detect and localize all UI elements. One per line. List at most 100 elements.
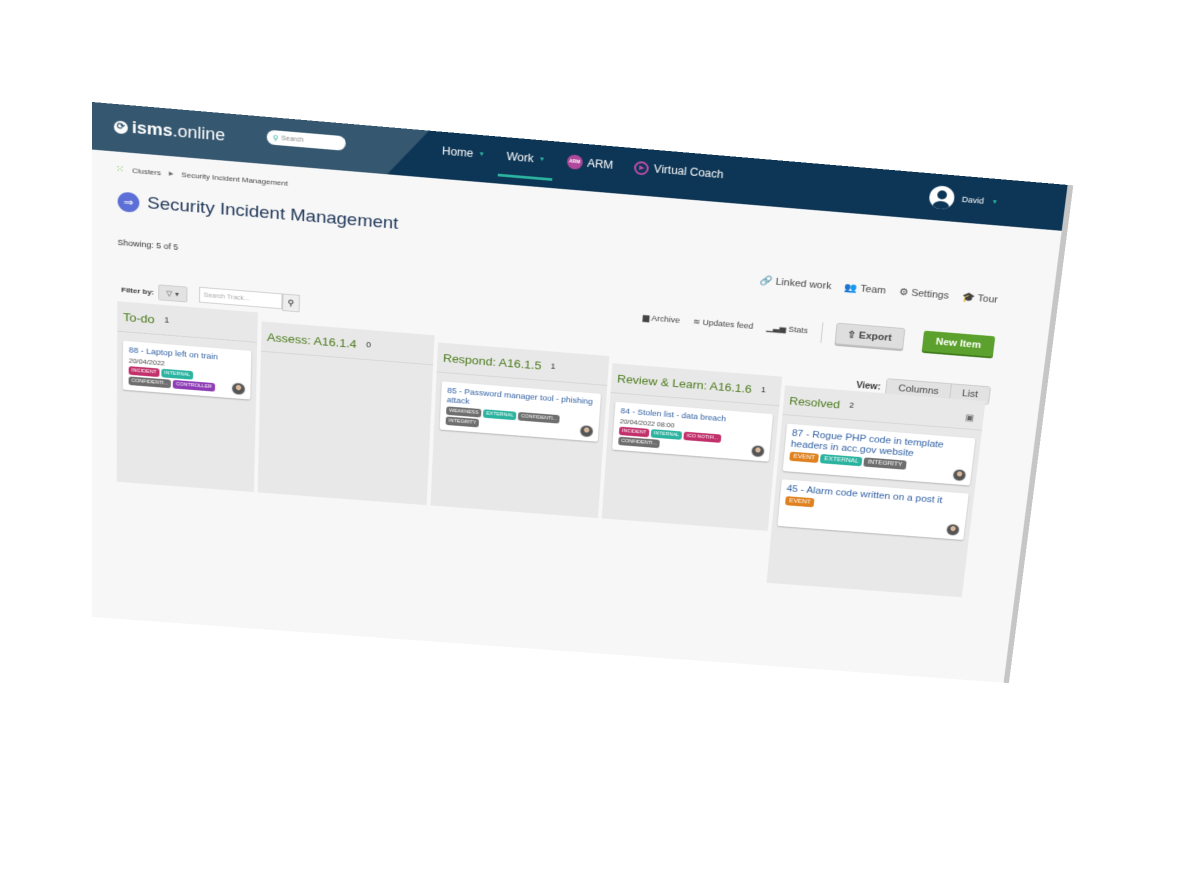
archive-column-icon[interactable]: ▣ — [965, 413, 975, 423]
team-icon: 👥 — [844, 282, 859, 294]
logo-icon: ⟳ — [113, 119, 128, 134]
tag-badge: EXTERNAL — [483, 409, 517, 421]
app-window: ⟳ isms.online ⚲ Search Home ▼ Work ▼ ARM… — [92, 102, 1068, 683]
search-icon: ⚲ — [287, 297, 295, 308]
tag-badge: CONFIDENTI... — [518, 411, 561, 424]
page-title: Security Incident Management — [147, 193, 399, 234]
stats-label: Stats — [788, 324, 809, 335]
column-title: Respond: A16.1.5 — [442, 351, 542, 372]
active-tab-indicator — [497, 173, 553, 181]
main-nav: Home ▼ Work ▼ ARM ARM ▶ Virtual Coach — [442, 144, 724, 182]
column-count: 1 — [164, 315, 170, 325]
settings-link[interactable]: ⚙ Settings — [899, 286, 950, 301]
assignee-avatar[interactable] — [951, 468, 968, 482]
chevron-down-icon: ▼ — [991, 198, 999, 206]
breadcrumb-separator-icon: ▶ — [168, 171, 174, 178]
column-title: To-do — [123, 309, 155, 326]
filter-icon: ▽ — [166, 288, 173, 298]
tag-badge: CONFIDENTI... — [618, 436, 661, 449]
column-title: Assess: A16.1.4 — [266, 330, 357, 351]
column-title: Resolved — [788, 393, 841, 411]
tag-badge: CONFIDENTI... — [128, 376, 172, 389]
chevron-down-icon: ▾ — [175, 289, 180, 298]
column-header: Review & Learn: A16.1.6 1 — [610, 363, 783, 407]
arm-icon: ARM — [566, 154, 583, 170]
tag-badge: EVENT — [789, 451, 820, 463]
filter-dropdown[interactable]: ▽ ▾ — [157, 284, 188, 303]
nav-arm-label: ARM — [586, 156, 614, 172]
linked-work-label: Linked work — [775, 276, 832, 292]
kanban-column: Assess: A16.1.4 0 — [257, 321, 435, 506]
track-search-input[interactable]: Search Track... — [198, 286, 283, 310]
kanban-card[interactable]: 45 - Alarm code written on a post it EVEN… — [777, 479, 969, 540]
assignee-avatar[interactable] — [579, 424, 595, 439]
graduation-cap-icon: 🎓 — [961, 292, 976, 304]
new-item-button[interactable]: New Item — [921, 330, 996, 357]
play-icon: ▶ — [634, 160, 650, 176]
assignee-avatar[interactable] — [231, 381, 246, 396]
header-links: 🔗 Linked work 👥 Team ⚙ Settings 🎓 Tour — [759, 275, 998, 305]
kanban-column: Resolved 2 ▣ 87 - Rogue PHP code in templat… — [766, 385, 986, 598]
kanban-card[interactable]: 85 - Password manager tool - phishing at… — [439, 381, 601, 442]
nav-virtual-coach-label: Virtual Coach — [653, 162, 724, 181]
nav-home-label: Home — [441, 144, 474, 160]
clusters-icon: ⁙ — [115, 164, 125, 175]
column-count: 1 — [550, 361, 556, 371]
breadcrumb-current: Security Incident Management — [181, 170, 288, 188]
tag-badge: INTERNAL — [650, 429, 683, 440]
filter-label: Filter by: — [121, 285, 155, 296]
chevron-down-icon: ▼ — [478, 150, 486, 158]
updates-feed-link[interactable]: ≋ Updates feed — [693, 317, 754, 331]
nav-work[interactable]: Work ▼ — [497, 149, 553, 181]
tour-label: Tour — [977, 293, 999, 306]
assignee-avatar[interactable] — [945, 523, 961, 537]
stage: ⟳ isms.online ⚲ Search Home ▼ Work ▼ ARM… — [0, 0, 1182, 892]
breadcrumb: ⁙ Clusters ▶ Security Incident Managemen… — [116, 164, 288, 188]
track-icon: ⇒ — [117, 191, 140, 213]
tag-badge: INTERNAL — [161, 368, 194, 380]
showing-count: Showing: 5 of 5 — [117, 237, 179, 252]
tag-badge: EVENT — [785, 496, 815, 508]
settings-label: Settings — [910, 287, 950, 302]
assignee-avatar[interactable] — [750, 444, 766, 458]
link-icon: 🔗 — [759, 275, 774, 287]
team-link[interactable]: 👥 Team — [844, 282, 887, 297]
search-icon: ⚲ — [272, 133, 279, 143]
nav-arm[interactable]: ARM ARM — [566, 154, 614, 172]
tour-link[interactable]: 🎓 Tour — [961, 291, 998, 305]
kanban-card[interactable]: 87 - Rogue PHP code in template headers … — [782, 423, 976, 486]
tag-badge: INCIDENT — [618, 426, 650, 438]
team-label: Team — [859, 283, 887, 297]
tag-badge: INTEGRITY — [863, 457, 907, 470]
nav-virtual-coach[interactable]: ▶ Virtual Coach — [634, 160, 724, 181]
column-count: 1 — [760, 385, 767, 395]
kanban-column: Review & Learn: A16.1.6 1 84 - Stolen list… — [601, 363, 783, 531]
tag-badge: CONTROLLER — [172, 379, 215, 392]
chevron-down-icon: ▼ — [538, 155, 546, 163]
tag-badge: WEAKNESS — [446, 406, 482, 418]
tag-badge: ICO NOTIFI... — [683, 431, 722, 443]
archive-label: Archive — [650, 313, 681, 325]
divider — [820, 321, 824, 343]
nav-work-label: Work — [506, 149, 535, 165]
kanban-card[interactable]: 88 - Laptop left on train 20/04/2022 INCID… — [122, 340, 252, 400]
search-button[interactable]: ⚲ — [281, 293, 300, 313]
updates-feed-label: Updates feed — [702, 317, 754, 331]
wifi-icon: ≋ — [692, 317, 701, 327]
export-button[interactable]: ⇧ Export — [834, 322, 906, 350]
kanban-card[interactable]: 84 - Stolen list - data breach 20/04/2022… — [612, 401, 774, 462]
stats-link[interactable]: ▁▃▅ Stats — [766, 323, 808, 336]
column-count: 0 — [366, 340, 372, 350]
linked-work-link[interactable]: 🔗 Linked work — [759, 275, 832, 292]
archive-link[interactable]: ▆ Archive — [642, 313, 680, 325]
page-header: ⇒ Security Incident Management — [117, 191, 399, 234]
nav-home[interactable]: Home ▼ — [442, 145, 486, 161]
column-title: Review & Learn: A16.1.6 — [616, 371, 753, 396]
user-avatar-icon — [928, 184, 956, 211]
kanban-column: Respond: A16.1.5 1 85 - Password manager t… — [430, 342, 610, 519]
user-menu[interactable]: David ▼ — [928, 184, 999, 214]
breadcrumb-clusters[interactable]: Clusters — [132, 166, 161, 177]
archive-icon: ▆ — [642, 313, 650, 323]
upload-icon: ⇧ — [846, 329, 857, 341]
search-placeholder: Search — [281, 135, 304, 144]
